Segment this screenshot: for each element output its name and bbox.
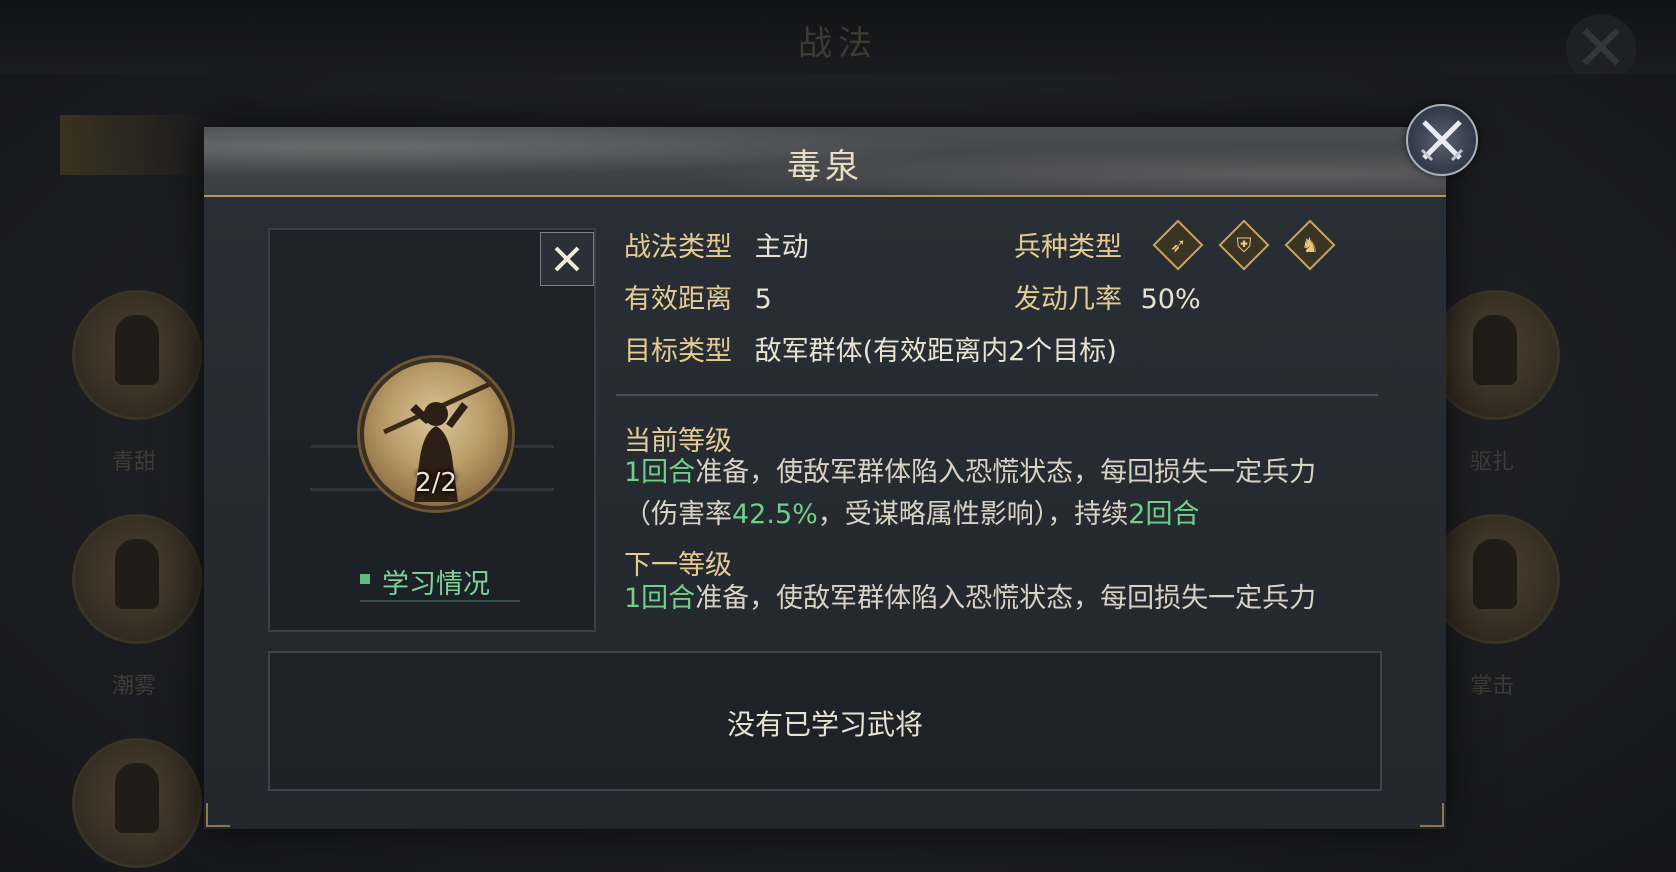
skill-level-count: 2/2	[415, 468, 457, 498]
range-label: 有效距离	[624, 284, 732, 315]
bow-icon[interactable]: ➶	[1152, 219, 1204, 271]
target-value: 敌军群体(有效距离内2个目标)	[754, 336, 1117, 367]
background-general-avatar	[72, 514, 202, 644]
modal-close-button[interactable]	[1406, 104, 1478, 176]
learn-status-tab[interactable]: 学习情况	[360, 560, 520, 602]
next-level-title: 下一等级	[624, 550, 732, 581]
damage-rate-highlight: 42.5%	[732, 499, 818, 530]
remove-skill-button[interactable]	[540, 232, 594, 286]
modal-title: 毒泉	[787, 147, 863, 187]
skill-type-label: 战法类型	[624, 232, 732, 263]
background-general-name: 掌击	[1469, 674, 1514, 699]
corner-ornament	[1420, 803, 1444, 827]
target-row: 目标类型 敌军群体(有效距离内2个目标)	[624, 329, 1117, 368]
divider	[616, 394, 1378, 396]
next-level-line-1: 1回合准备，使敌军群体陷入恐慌状态，每回损失一定兵力	[624, 579, 1316, 619]
no-learned-generals-text: 没有已学习武将	[726, 708, 923, 741]
learned-generals-box: 没有已学习武将	[268, 651, 1382, 791]
horse-icon[interactable]: ♞	[1284, 219, 1336, 271]
background-general-avatar	[1430, 290, 1560, 420]
range-row: 有效距离 5	[624, 277, 772, 316]
skill-type-value: 主动	[754, 232, 809, 263]
next-level-prep-highlight: 1回合	[624, 583, 696, 614]
background-side-tab	[60, 115, 210, 175]
chance-row: 发动几率 50%	[1014, 277, 1201, 316]
skill-type-row: 战法类型 主动	[624, 225, 809, 264]
background-general-avatar	[72, 738, 202, 868]
background-general-name: 青甜	[111, 450, 156, 475]
next-level-line-1-text: 准备，使敌军群体陷入恐慌状态，每回损失一定兵力	[695, 583, 1317, 614]
close-icon	[554, 246, 580, 272]
background-general-name: 驱扎	[1469, 450, 1514, 475]
skill-detail-modal: 毒泉 2/2 学习情况 战法类型 主动 兵种类型 ➶ ⛨ ♞ 有效距离 5 发动…	[204, 127, 1446, 829]
current-level-prep-highlight: 1回合	[624, 457, 696, 488]
skill-icon-panel: 2/2 学习情况	[268, 228, 596, 632]
background-general-avatar	[72, 290, 202, 420]
troop-type-label: 兵种类型	[1014, 232, 1122, 263]
corner-ornament	[206, 803, 230, 827]
duration-highlight: 2回合	[1128, 499, 1200, 530]
range-value: 5	[754, 284, 772, 315]
current-level-line-2: （伤害率42.5%，受谋略属性影响），持续2回合	[624, 495, 1199, 535]
chance-value: 50%	[1140, 284, 1201, 315]
crossed-swords-close-icon	[1420, 120, 1464, 162]
shield-icon[interactable]: ⛨	[1218, 219, 1270, 271]
learn-status-label: 学习情况	[382, 569, 490, 600]
status-dot-icon	[360, 574, 370, 584]
background-general-name: 潮雾	[111, 674, 156, 699]
current-level-line-1: 1回合准备，使敌军群体陷入恐慌状态，每回损失一定兵力	[624, 453, 1316, 493]
current-level-line-2-b: ，受谋略属性影响），持续	[817, 499, 1129, 530]
current-level-line-2-a: （伤害率	[624, 499, 732, 530]
target-label: 目标类型	[624, 336, 732, 367]
background-general-avatar	[1430, 514, 1560, 644]
background-title: 战法	[798, 24, 878, 64]
current-level-line-1-text: 准备，使敌军群体陷入恐慌状态，每回损失一定兵力	[695, 457, 1317, 488]
chance-label: 发动几率	[1014, 284, 1122, 315]
modal-header: 毒泉	[204, 127, 1446, 197]
troop-type-row: 兵种类型	[1014, 225, 1122, 264]
